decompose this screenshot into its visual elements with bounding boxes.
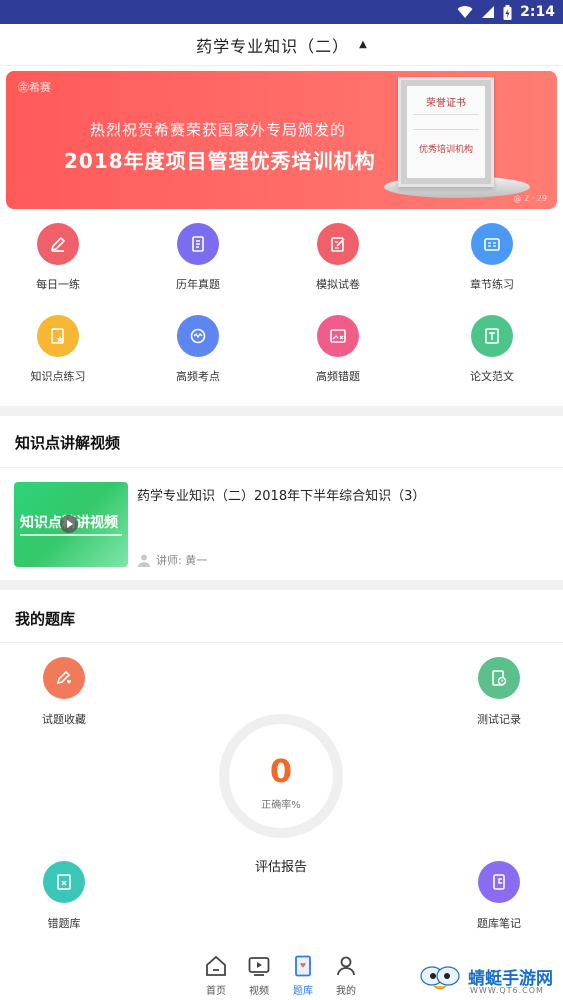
watermark-url: WWW.QT6.COM xyxy=(470,986,544,995)
grid-item-frequent-errors[interactable]: 高频错题 xyxy=(288,307,388,397)
grid-icon-circle xyxy=(177,223,219,265)
edit-doc-icon xyxy=(331,237,345,252)
tab-video[interactable]: 视频 xyxy=(237,954,281,997)
doc-clock-icon xyxy=(492,670,507,686)
banner-tag: @ 2 · 29 xyxy=(513,194,547,203)
status-time: 2:14 xyxy=(520,4,555,20)
subject-selector[interactable]: 药学专业知识（二） ▲ xyxy=(0,24,563,66)
video-title[interactable]: 药学专业知识（二）2018年下半年综合知识（3） xyxy=(137,485,425,504)
doc-star-icon xyxy=(51,328,64,344)
person-icon xyxy=(138,554,150,567)
chat-wave-icon xyxy=(190,328,206,344)
certificate-title: 荣誉证书 xyxy=(426,98,466,109)
tab-profile[interactable]: 我的 xyxy=(324,954,368,997)
grid-item-sample-essays[interactable]: 论文范文 xyxy=(442,307,542,397)
status-bar: 2:14 xyxy=(0,0,563,24)
bank-icon-circle xyxy=(43,861,85,903)
grid-label: 知识点练习 xyxy=(30,370,86,383)
grid-icon-circle xyxy=(317,223,359,265)
notebook-icon xyxy=(493,874,505,890)
tab-label: 题库 xyxy=(293,986,313,997)
grid-icon-circle xyxy=(37,315,79,357)
grid-label: 高频考点 xyxy=(176,370,220,383)
tab-label: 我的 xyxy=(336,986,356,997)
caret-up-icon: ▲ xyxy=(359,39,367,50)
lecturer-info: 讲师: 黄一 xyxy=(137,552,207,568)
assessment-report-link[interactable]: 评估报告 xyxy=(231,856,331,875)
section-line xyxy=(0,642,563,643)
tab-label: 首页 xyxy=(206,986,226,997)
grid-item-key-points[interactable]: 高频考点 xyxy=(148,307,248,397)
grid-label: 模拟试卷 xyxy=(316,278,360,291)
chapter-icon xyxy=(484,238,500,251)
grid-item-knowledge-practice[interactable]: 知识点练习 xyxy=(8,307,108,397)
grid-item-past-exams[interactable]: 历年真题 xyxy=(148,215,248,305)
home-icon xyxy=(206,955,226,976)
accuracy-label: 正确率% xyxy=(261,800,301,811)
video-section-title: 知识点讲解视频 xyxy=(15,434,121,452)
page-title: 药学专业知识（二） xyxy=(196,36,350,56)
video-thumbnail[interactable]: 知识点精讲视频 xyxy=(14,482,128,567)
bank-label: 题库笔记 xyxy=(477,917,521,930)
section-line xyxy=(0,467,563,468)
grid-label: 章节练习 xyxy=(470,278,514,291)
lecturer-name: 讲师: 黄一 xyxy=(156,554,208,567)
grid-icon-circle xyxy=(177,315,219,357)
banner-line2: 2018年度项目管理优秀培训机构 xyxy=(64,149,376,173)
accuracy-value: 0 xyxy=(269,752,293,790)
tab-label: 视频 xyxy=(249,986,269,997)
battery-icon xyxy=(503,4,512,20)
doc-x-icon xyxy=(57,874,71,890)
document-icon xyxy=(485,328,499,344)
certificate-award: 优秀培训机构 xyxy=(418,145,473,155)
video-icon xyxy=(248,957,270,976)
bank-icon-circle xyxy=(478,657,520,699)
grid-label: 历年真题 xyxy=(176,278,220,291)
grid-item-mock-exam[interactable]: 模拟试卷 xyxy=(288,215,388,305)
section-divider xyxy=(0,580,563,590)
site-watermark: 蜻蜓手游网 WWW.QT6.COM xyxy=(416,960,561,998)
grid-item-chapter-practice[interactable]: 章节练习 xyxy=(442,215,542,305)
bank-icon-circle xyxy=(43,657,85,699)
grid-label: 高频错题 xyxy=(316,370,360,383)
dragonfly-logo-icon xyxy=(420,966,460,990)
banner-line1: 热烈祝贺希赛荣获国家外专局颁发的 xyxy=(90,121,347,139)
tab-home[interactable]: 首页 xyxy=(194,954,238,997)
grid-icon-circle xyxy=(471,223,513,265)
bank-label: 试题收藏 xyxy=(42,713,86,726)
accuracy-ring: 0 正确率% xyxy=(219,714,343,838)
grid-icon-circle xyxy=(37,223,79,265)
wifi-icon xyxy=(457,6,473,19)
grid-icon-circle xyxy=(471,315,513,357)
signal-icon xyxy=(482,6,495,18)
pencil-icon xyxy=(50,236,66,252)
image-x-icon xyxy=(330,329,346,343)
tab-question-bank[interactable]: 题库 xyxy=(281,954,325,997)
bank-icon-circle xyxy=(478,861,520,903)
profile-icon xyxy=(337,956,355,976)
play-icon[interactable] xyxy=(60,515,78,533)
clipboard-icon xyxy=(192,236,204,252)
pen-heart-icon xyxy=(56,670,71,685)
grid-icon-circle xyxy=(317,315,359,357)
certificate-image: 荣誉证书 优秀培训机构 xyxy=(398,77,494,187)
grid-label: 论文范文 xyxy=(470,370,514,383)
banner-logo: ㊎希赛 xyxy=(18,81,51,94)
bank-section-title: 我的题库 xyxy=(15,610,76,628)
grid-label: 每日一练 xyxy=(36,278,80,291)
bank-label: 测试记录 xyxy=(477,713,521,726)
bank-label: 错题库 xyxy=(47,917,81,930)
question-bank-icon xyxy=(295,955,311,977)
grid-item-daily-practice[interactable]: 每日一练 xyxy=(8,215,108,305)
section-divider xyxy=(0,406,563,416)
